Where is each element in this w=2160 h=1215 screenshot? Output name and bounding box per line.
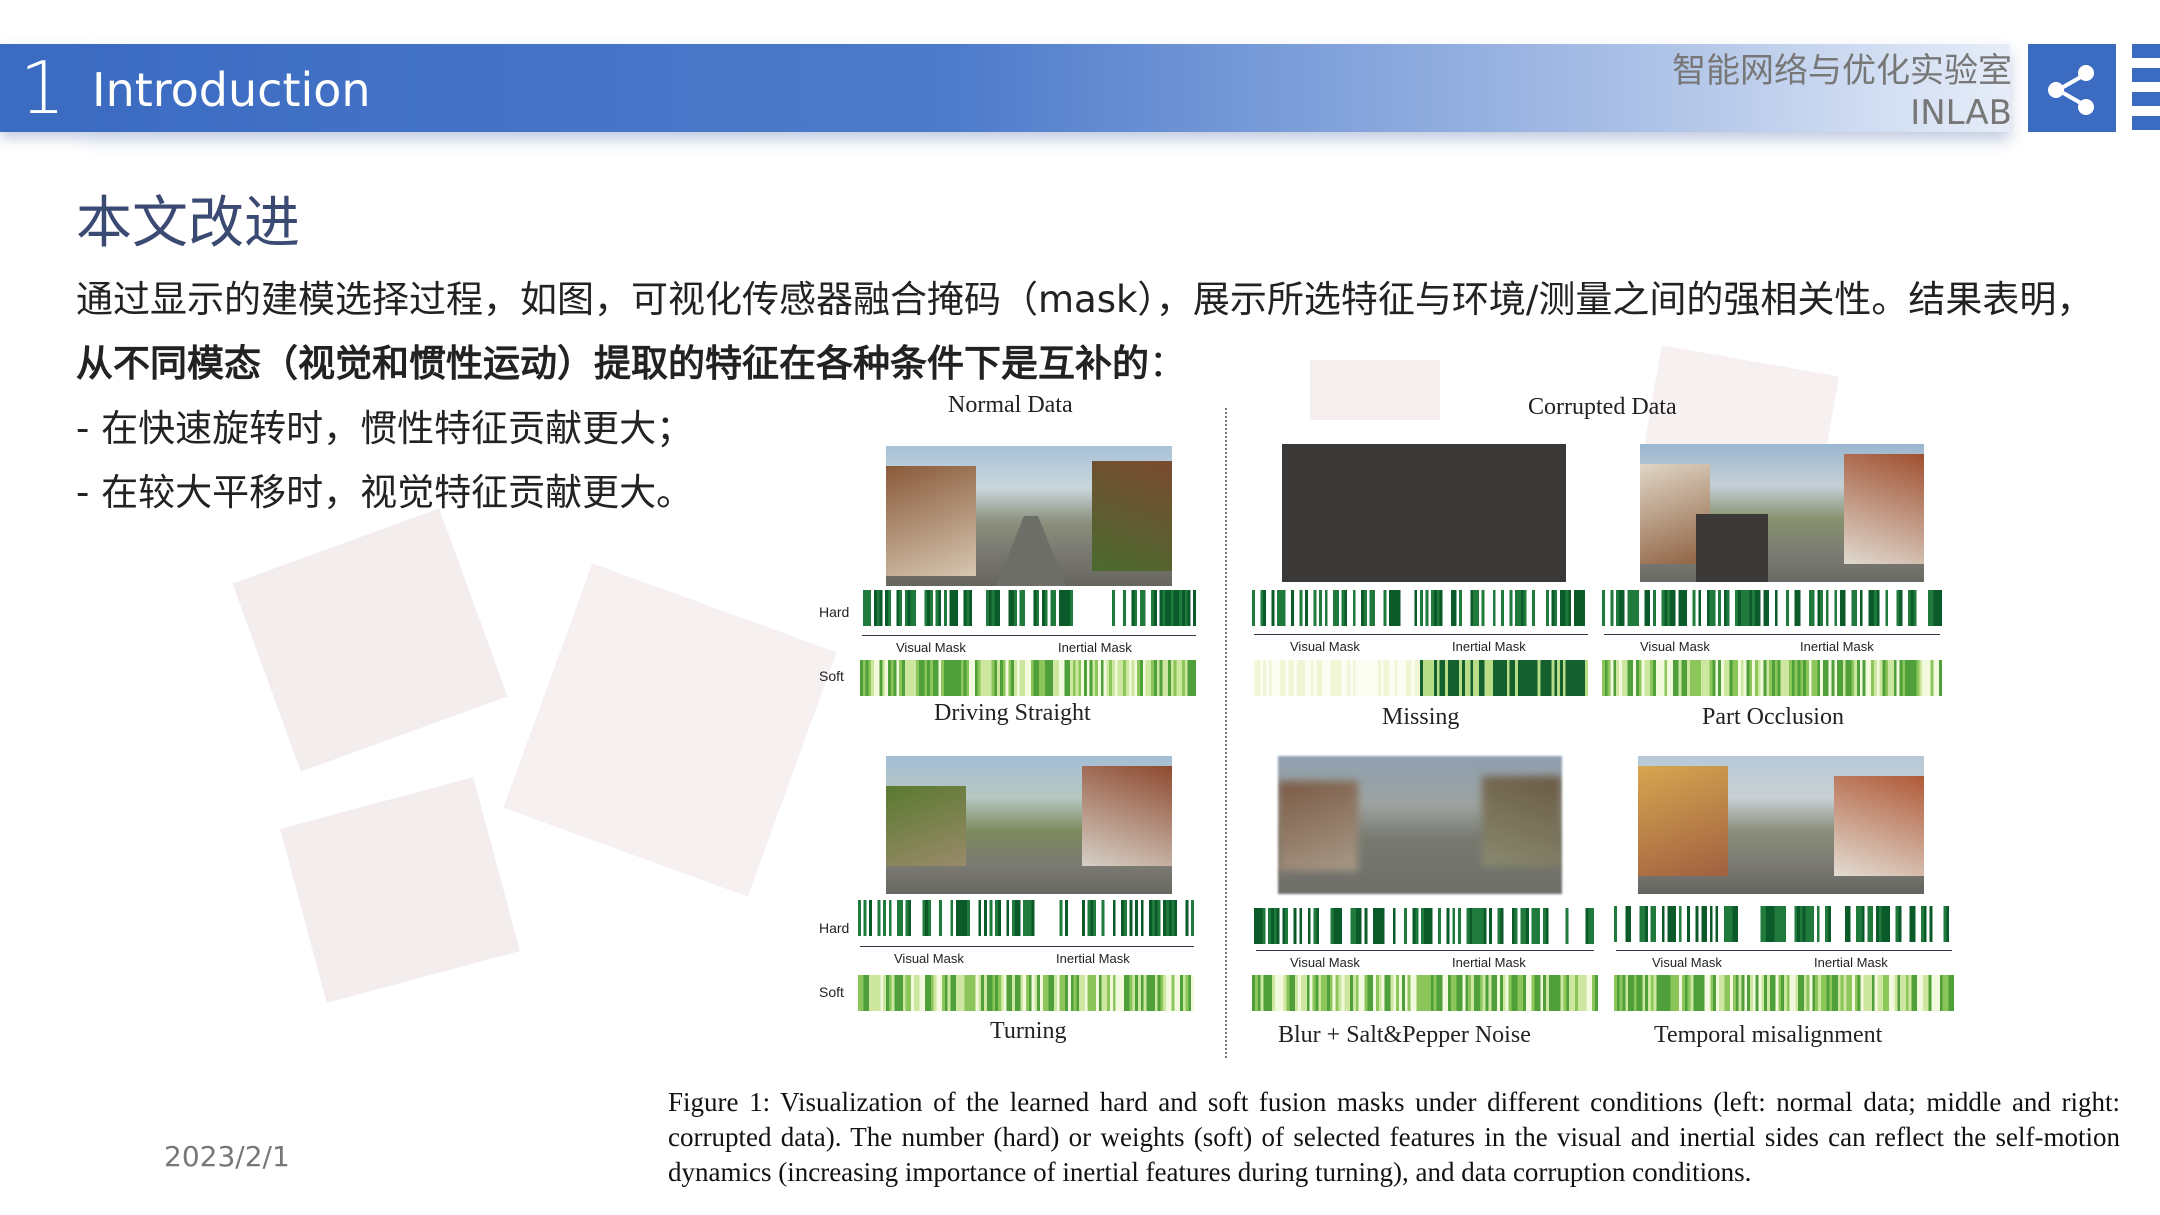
mask-divider-arrow [860,946,1194,947]
share-icon [2048,65,2094,115]
hard-label-top: Hard [819,604,850,620]
inertial-mask-label: Inertial Mask [1058,640,1132,655]
visual-mask-label: Visual Mask [1640,639,1710,654]
soft-mask-bar [1602,660,1942,696]
photo-blur-noise [1278,756,1562,894]
soft-mask-bar [1614,975,1954,1011]
corrupted-data-title: Corrupted Data [1528,394,1677,420]
watermark-shape [503,563,837,897]
paragraph-line1: 通过显示的建模选择过程，如图，可视化传感器融合掩码（mask），展示所选特征与环… [76,278,2094,321]
slide-heading: 本文改进 [76,191,300,256]
share-button[interactable] [2028,44,2116,132]
photo-part-occlusion [1640,444,1924,582]
section-number: 1 [0,44,85,132]
soft-mask-bar [1252,975,1598,1011]
slide-date: 2023/2/1 [164,1140,290,1173]
visual-mask-label: Visual Mask [1290,955,1360,970]
visual-mask-label: Visual Mask [1290,639,1360,654]
lab-name-en: INLAB [1910,93,2012,133]
inertial-mask-label: Inertial Mask [1056,951,1130,966]
photo-driving-straight [886,446,1172,586]
inertial-mask-label: Inertial Mask [1814,955,1888,970]
inertial-mask-label: Inertial Mask [1452,955,1526,970]
hard-mask-bar [1254,908,1594,944]
panel-turning: Turning [990,1018,1067,1044]
panel-part-occlusion: Part Occlusion [1702,704,1844,730]
figure-caption: Figure 1: Visualization of the learned h… [668,1087,2120,1187]
paragraph-tail: ： [1149,342,1186,385]
hard-mask-bar [858,900,1194,936]
bullet-translation: - 在较大平移时，视觉特征贡献更大。 [76,471,694,514]
hard-label-bottom: Hard [819,920,850,936]
panel-driving-straight: Driving Straight [934,700,1091,726]
photo-missing [1282,444,1566,582]
soft-label-bottom: Soft [819,984,844,1000]
mask-divider-arrow [1604,634,1940,635]
soft-mask-bar [858,975,1194,1011]
lab-name-cn: 智能网络与优化实验室 [1672,51,2012,91]
mask-divider-arrow [862,635,1196,636]
inertial-mask-label: Inertial Mask [1800,639,1874,654]
visual-mask-label: Visual Mask [894,951,964,966]
soft-mask-bar [860,660,1196,696]
hard-mask-bar [1252,590,1588,626]
side-stripes [2132,44,2160,132]
hard-mask-bar [1602,590,1942,626]
soft-label-top: Soft [819,668,844,684]
lab-name: 智能网络与优化实验室 INLAB [1672,50,2012,134]
paragraph-bold: 从不同模态（视觉和惯性运动）提取的特征在各种条件下是互补的 [76,342,1149,385]
intro-paragraph: 通过显示的建模选择过程，如图，可视化传感器融合掩码（mask），展示所选特征与环… [76,268,2126,396]
soft-mask-bar [1252,660,1588,696]
normal-data-title: Normal Data [948,392,1073,418]
figure-divider [1225,408,1227,1058]
panel-blur-noise: Blur + Salt&Pepper Noise [1278,1022,1531,1048]
mask-divider-arrow [1616,950,1952,951]
hard-mask-bar [860,590,1196,626]
watermark-shape [232,508,508,772]
visual-mask-label: Visual Mask [896,640,966,655]
photo-temporal-misalignment [1638,756,1924,894]
panel-temporal-misalignment: Temporal misalignment [1654,1022,1883,1048]
inertial-mask-label: Inertial Mask [1452,639,1526,654]
bullet-rotation: - 在快速旋转时，惯性特征贡献更大； [76,407,694,450]
panel-missing: Missing [1382,704,1460,730]
mask-divider-arrow [1254,634,1588,635]
hard-mask-bar [1614,906,1952,942]
mask-divider-arrow [1256,950,1594,951]
watermark-shape [280,777,520,1003]
photo-turning [886,756,1172,894]
visual-mask-label: Visual Mask [1652,955,1722,970]
section-title: Introduction [92,63,371,117]
